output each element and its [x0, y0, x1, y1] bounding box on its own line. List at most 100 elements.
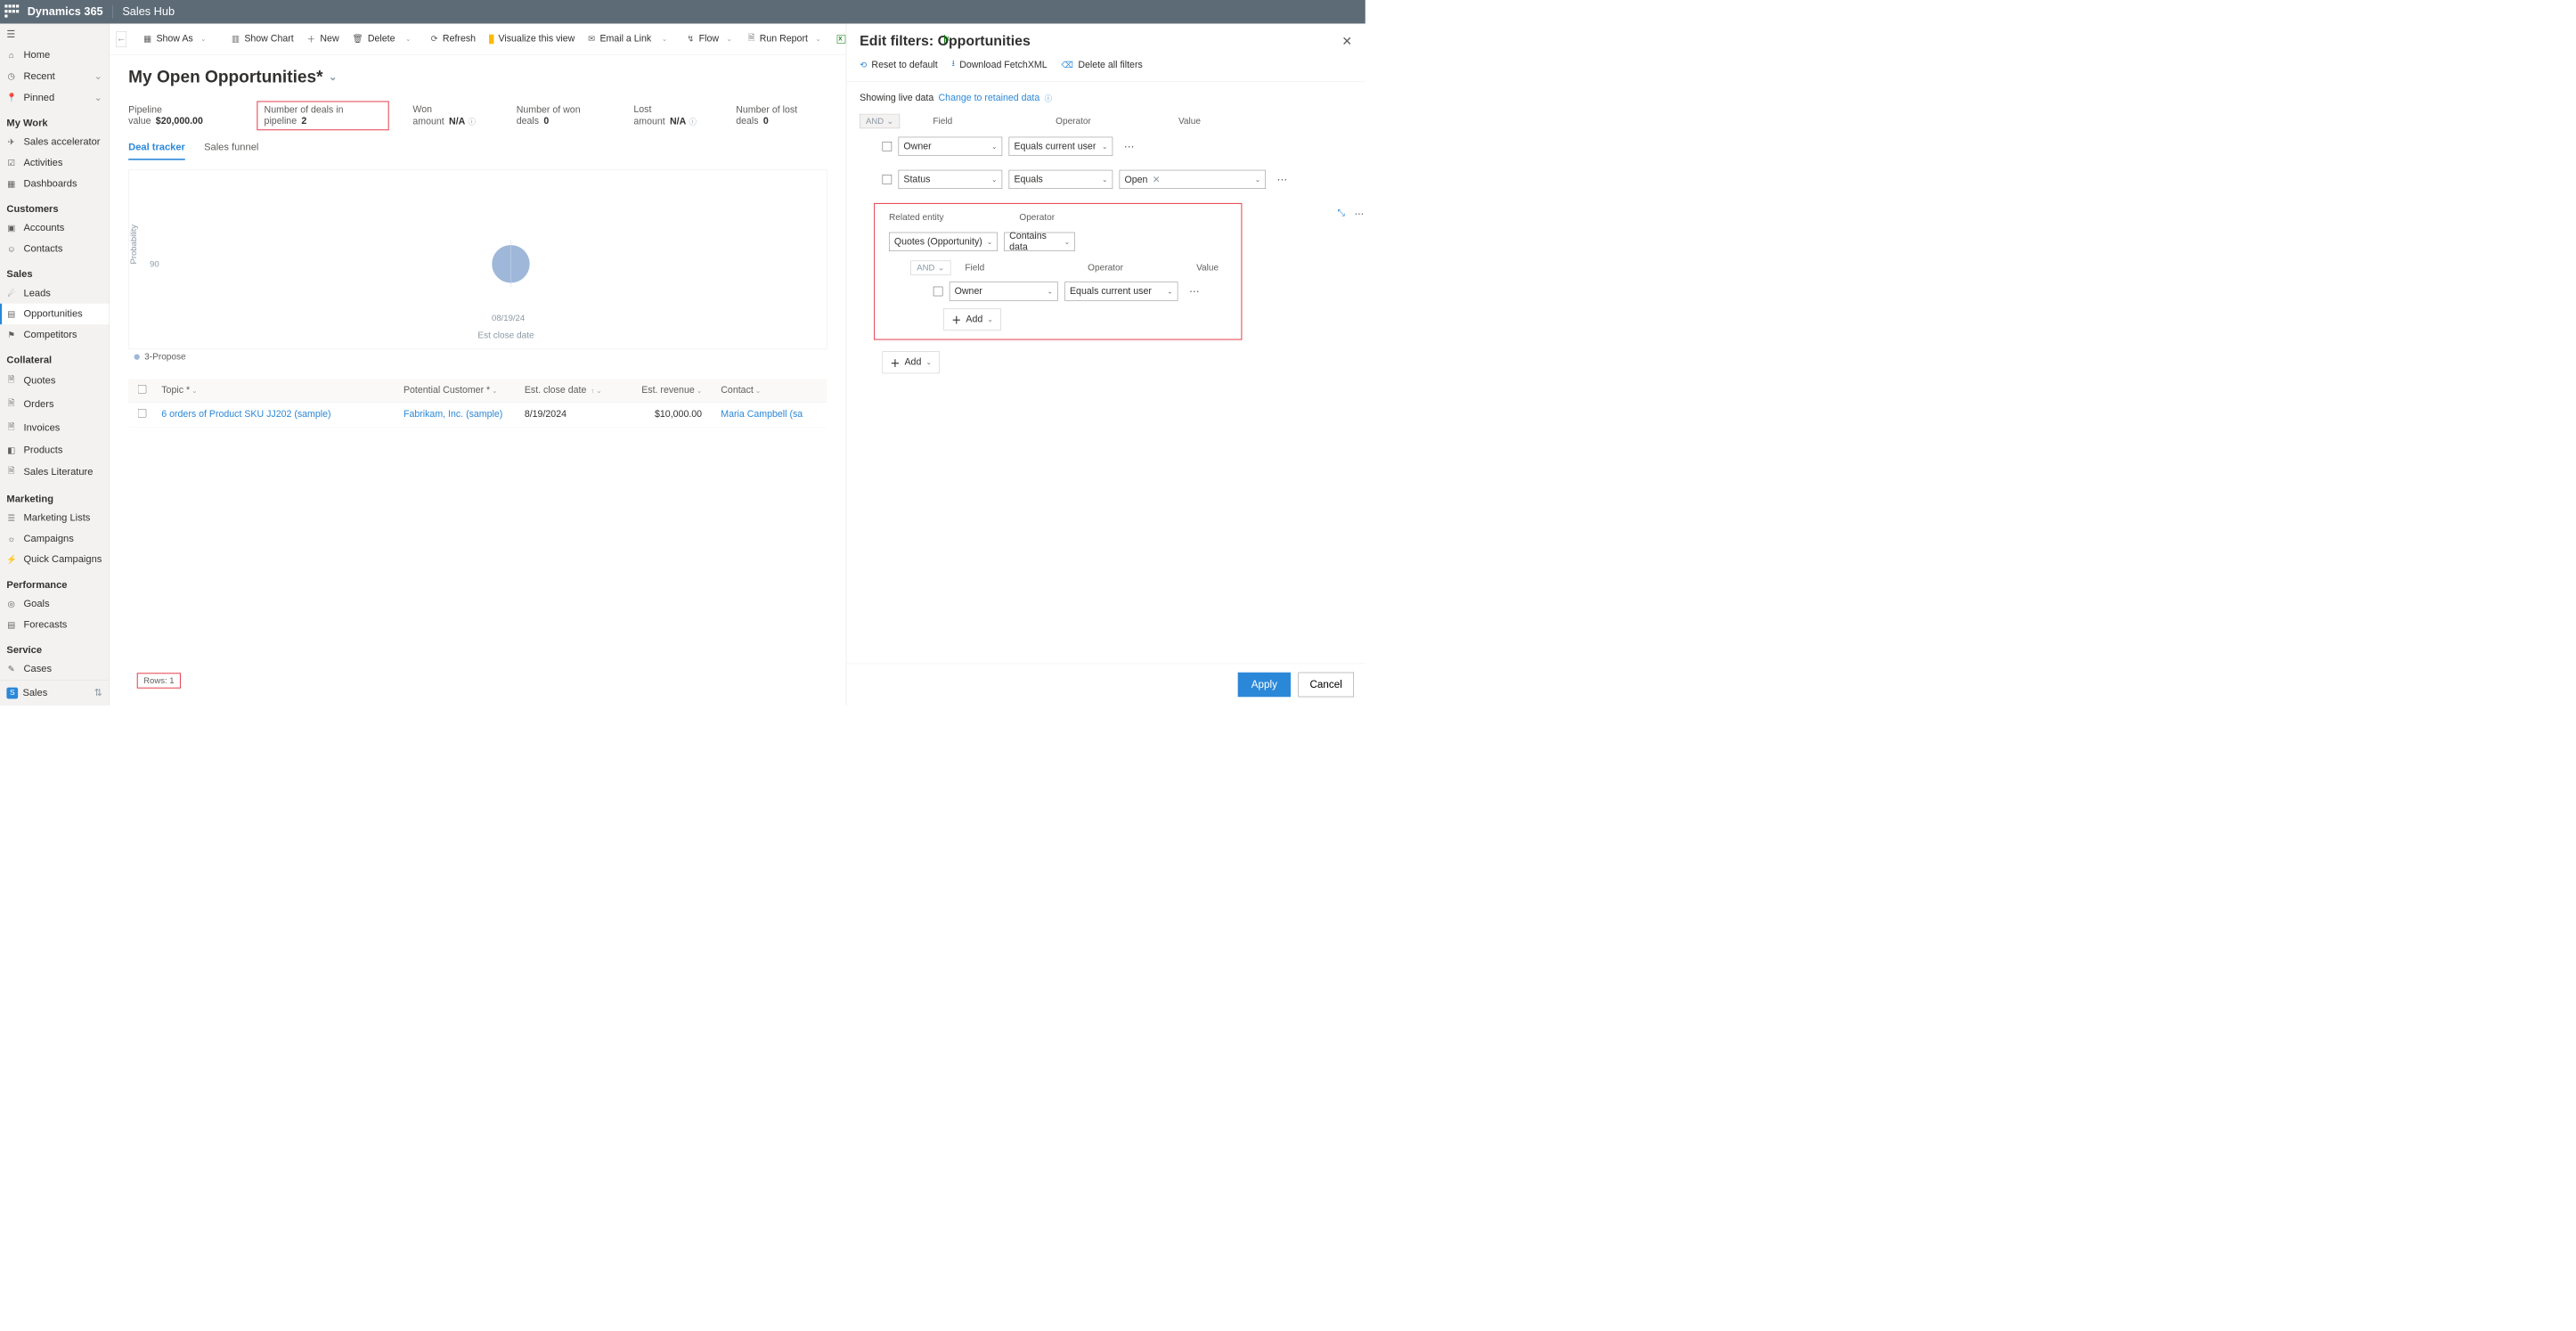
- cancel-button[interactable]: Cancel: [1298, 673, 1354, 698]
- nav-forecasts[interactable]: ▤Forecasts: [0, 615, 109, 635]
- chart-bubble[interactable]: [492, 245, 529, 282]
- field-select-status[interactable]: Status⌄: [899, 170, 1003, 189]
- grid-footer: Rows: 1: [128, 668, 827, 693]
- row-more-icon[interactable]: ⋯: [1185, 285, 1204, 298]
- change-to-retained-link[interactable]: Change to retained data: [939, 93, 1040, 103]
- nav-marketing-lists[interactable]: ☰Marketing Lists: [0, 508, 109, 528]
- row-checkbox[interactable]: [933, 287, 943, 297]
- operator-select-equals-current-user[interactable]: Equals current user⌄: [1009, 137, 1113, 156]
- nested-add-button[interactable]: ＋Add⌄: [943, 308, 1000, 331]
- info-icon[interactable]: ⓘ: [1045, 92, 1052, 103]
- nav-opportunities[interactable]: ▤Opportunities: [0, 304, 109, 324]
- row-checkbox[interactable]: [883, 175, 893, 184]
- app-name[interactable]: Sales Hub: [122, 5, 175, 19]
- delete-split-chevron[interactable]: ⌄: [403, 35, 414, 43]
- nav-home[interactable]: ⌂Home: [0, 45, 109, 65]
- field-select-owner[interactable]: Owner⌄: [899, 137, 1003, 156]
- header-value: Value: [1178, 116, 1201, 127]
- edit-filters-panel: Edit filters: Opportunities ✕ ⟲Reset to …: [846, 23, 1365, 705]
- flow-button[interactable]: ↯Flow⌄: [681, 30, 740, 47]
- nav-competitors[interactable]: ⚑Competitors: [0, 324, 109, 345]
- group-and-chip[interactable]: AND ⌄: [860, 114, 900, 128]
- apply-button[interactable]: Apply: [1238, 673, 1291, 698]
- back-button[interactable]: ←: [116, 31, 126, 47]
- nav-pinned[interactable]: 📍Pinned⌄: [0, 87, 109, 109]
- tab-deal-tracker[interactable]: Deal tracker: [128, 142, 185, 160]
- nav-area-switcher[interactable]: S Sales ⇅: [0, 680, 109, 706]
- excel-export-icon[interactable]: [944, 35, 945, 44]
- run-report-button[interactable]: 🗎Run Report⌄: [742, 29, 829, 49]
- col-est-revenue[interactable]: Est. revenue⌄: [622, 385, 721, 396]
- remove-chip-icon[interactable]: ✕: [1153, 175, 1161, 185]
- col-est-close-date[interactable]: Est. close date ↑⌄: [525, 385, 622, 396]
- delete-all-filters-button[interactable]: ⌫Delete all filters: [1062, 58, 1143, 72]
- nested-field-select[interactable]: Owner⌄: [950, 282, 1058, 300]
- nav-leads[interactable]: ☄Leads: [0, 282, 109, 303]
- nested-and-chip[interactable]: AND ⌄: [910, 261, 950, 275]
- nav-cases[interactable]: ✎Cases: [0, 658, 109, 679]
- cell-contact-link[interactable]: Maria Campbell (sa: [721, 409, 803, 420]
- row-more-icon[interactable]: ⋯: [1120, 140, 1139, 152]
- info-icon[interactable]: ⓘ: [689, 118, 696, 127]
- col-topic[interactable]: Topic *⌄: [161, 385, 404, 396]
- cell-topic-link[interactable]: 6 orders of Product SKU JJ202 (sample): [161, 409, 330, 420]
- related-operator-select[interactable]: Contains data⌄: [1004, 233, 1075, 251]
- cell-customer-link[interactable]: Fabrikam, Inc. (sample): [404, 409, 502, 420]
- person-icon: ☺: [6, 244, 16, 254]
- col-contact[interactable]: Contact⌄: [721, 385, 818, 396]
- refresh-button[interactable]: ⟳Refresh: [425, 30, 481, 47]
- brand-name[interactable]: Dynamics 365: [28, 5, 113, 19]
- row-more-icon[interactable]: ⋯: [1272, 174, 1292, 186]
- add-filter-button[interactable]: ＋Add⌄: [883, 351, 940, 373]
- chevron-down-icon: ⌄: [1255, 176, 1260, 184]
- nav-contacts[interactable]: ☺Contacts: [0, 239, 109, 259]
- nav-accounts[interactable]: ▣Accounts: [0, 217, 109, 238]
- nav-goals[interactable]: ◎Goals: [0, 593, 109, 614]
- chevron-down-icon: ⌄: [991, 176, 997, 184]
- hamburger-icon[interactable]: ☰: [0, 23, 109, 45]
- product-icon: ◧: [6, 445, 16, 455]
- row-checkbox[interactable]: [883, 142, 893, 151]
- delete-button[interactable]: 🗑Delete: [346, 30, 401, 47]
- email-link-button[interactable]: ✉Email a Link: [583, 30, 657, 47]
- download-fetchxml-button[interactable]: ⭳Download FetchXML: [952, 58, 1048, 72]
- nav-sales-accelerator[interactable]: ✈Sales accelerator: [0, 132, 109, 152]
- nav-activities[interactable]: ☑Activities: [0, 152, 109, 173]
- close-icon[interactable]: ✕: [1341, 34, 1352, 48]
- view-selector[interactable]: My Open Opportunities* ⌄: [128, 67, 827, 86]
- new-button[interactable]: ＋New: [301, 30, 345, 48]
- nav-invoices[interactable]: 🗎Invoices: [0, 416, 109, 440]
- related-entity-select[interactable]: Quotes (Opportunity)⌄: [889, 233, 998, 251]
- filter-reset-icon: ⟲: [860, 60, 867, 69]
- block-more-icon[interactable]: ⋯: [1355, 208, 1365, 219]
- info-icon[interactable]: ⓘ: [468, 118, 475, 127]
- chevron-down-icon: ⌄: [198, 35, 209, 43]
- collapse-icon[interactable]: ⤡: [1337, 208, 1344, 219]
- operator-select-equals[interactable]: Equals⌄: [1009, 170, 1113, 189]
- nested-operator-select[interactable]: Equals current user⌄: [1064, 282, 1178, 300]
- nav-sales-literature[interactable]: 🗎Sales Literature: [0, 461, 109, 485]
- email-split-chevron[interactable]: ⌄: [659, 35, 671, 43]
- reset-to-default-button[interactable]: ⟲Reset to default: [860, 58, 938, 72]
- value-select-open[interactable]: Open✕⌄: [1120, 170, 1266, 189]
- col-potential-customer[interactable]: Potential Customer *⌄: [404, 385, 525, 396]
- row-checkbox[interactable]: [138, 409, 162, 421]
- show-chart-button[interactable]: ▥Show Chart: [226, 30, 299, 47]
- table-row[interactable]: 6 orders of Product SKU JJ202 (sample) F…: [128, 403, 827, 428]
- nav-products[interactable]: ◧Products: [0, 439, 109, 460]
- show-as-button[interactable]: ▦Show As⌄: [138, 30, 215, 47]
- nav-quick-campaigns[interactable]: ⚡Quick Campaigns: [0, 549, 109, 569]
- nav-quotes[interactable]: 🗎Quotes: [0, 369, 109, 392]
- nav-dashboards[interactable]: ▦Dashboards: [0, 174, 109, 194]
- chevron-down-icon: ⌄: [697, 387, 702, 394]
- app-launcher-icon[interactable]: [4, 4, 19, 19]
- chart-x-tick: 08/19/24: [492, 313, 525, 323]
- nav-recent[interactable]: ◷Recent⌄: [0, 66, 109, 87]
- tab-sales-funnel[interactable]: Sales funnel: [204, 142, 258, 160]
- visualize-button[interactable]: Visualize this view: [484, 30, 581, 47]
- nav-orders[interactable]: 🗎Orders: [0, 392, 109, 416]
- report-icon: 🗎: [748, 32, 755, 46]
- nav-campaigns[interactable]: ☼Campaigns: [0, 528, 109, 549]
- chart-y-axis-label: Probability: [128, 225, 138, 265]
- select-all-checkbox[interactable]: [138, 385, 162, 396]
